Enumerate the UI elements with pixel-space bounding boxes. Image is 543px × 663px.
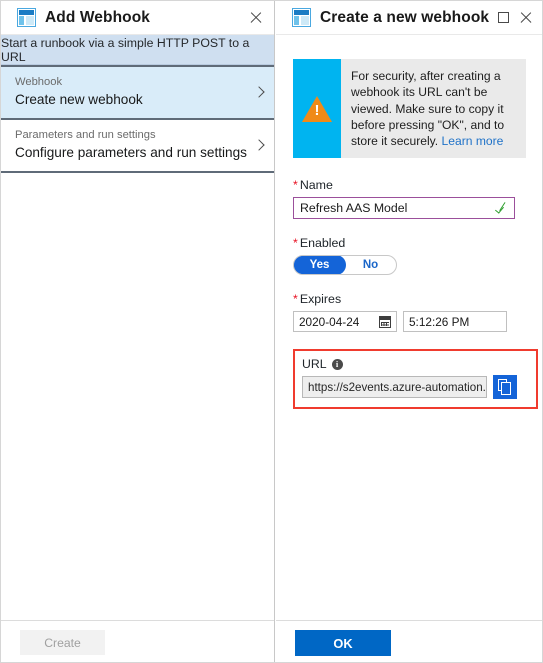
checkmark-icon [497, 201, 508, 214]
warning-icon-strip [293, 59, 341, 159]
ok-button[interactable]: OK [295, 630, 391, 656]
url-field-label: URL [302, 357, 327, 372]
sidebar-item-webhook-value: Create new webhook [15, 92, 143, 107]
enabled-toggle-yes[interactable]: Yes [294, 256, 345, 275]
enabled-toggle[interactable]: Yes No [293, 255, 397, 276]
add-webhook-blade: Add Webhook Start a runbook via a simple… [1, 1, 275, 662]
security-warning-box: For security, after creating a webhook i… [293, 59, 526, 159]
create-webhook-blade: Create a new webhook For security, after… [276, 1, 542, 662]
sidebar-item-parameters-caption: Parameters and run settings [15, 129, 156, 141]
name-input[interactable] [294, 198, 514, 219]
enabled-toggle-no[interactable]: No [345, 256, 396, 274]
required-asterisk: * [293, 178, 298, 193]
close-icon[interactable] [514, 7, 536, 29]
create-webhook-form: For security, after creating a webhook i… [276, 35, 542, 621]
url-highlight-region: URL i https://s2events.azure-automation.… [293, 349, 538, 410]
name-field-label-row: * Name [293, 178, 532, 193]
create-webhook-header: Create a new webhook [276, 1, 542, 35]
security-warning-text-wrap: For security, after creating a webhook i… [341, 59, 526, 158]
enabled-field-label-row: * Enabled [293, 236, 532, 251]
expires-field-label-row: * Expires [293, 292, 532, 307]
expires-time-input[interactable]: 5:12:26 PM [403, 311, 507, 333]
name-field-group: * Name [293, 178, 532, 220]
expires-inputs-row: 2020-04-24 5:12:26 PM [293, 311, 532, 333]
runbook-info-banner-text: Start a runbook via a simple HTTP POST t… [1, 35, 250, 64]
warning-triangle-icon [302, 95, 332, 122]
runbook-info-banner: Start a runbook via a simple HTTP POST t… [1, 35, 274, 65]
sidebar-item-webhook-caption: Webhook [15, 76, 63, 88]
copy-icon[interactable] [493, 375, 517, 400]
create-button[interactable]: Create [20, 630, 105, 655]
expires-field-label: Expires [299, 292, 342, 307]
url-label-row: URL i [302, 357, 528, 371]
enabled-field-label: Enabled [299, 236, 346, 251]
info-icon[interactable]: i [331, 358, 343, 370]
add-webhook-footer: Create [1, 620, 274, 662]
expires-date-value: 2020-04-24 [299, 314, 360, 329]
maximize-icon[interactable] [492, 7, 514, 29]
close-icon[interactable] [244, 7, 266, 29]
blade-panel-icon [292, 8, 311, 27]
url-input-row: https://s2events.azure-automation.net/..… [302, 375, 528, 400]
page-title: Add Webhook [45, 8, 150, 26]
calendar-icon[interactable] [379, 316, 391, 329]
add-webhook-header: Add Webhook [1, 1, 274, 35]
expires-field-group: * Expires 2020-04-24 5:12:26 PM [293, 292, 532, 333]
sidebar-item-parameters-value: Configure parameters and run settings [15, 145, 247, 160]
name-field-label: Name [299, 178, 333, 193]
create-webhook-title: Create a new webhook [320, 8, 490, 26]
sidebar-item-webhook[interactable]: Webhook Create new webhook [1, 67, 274, 118]
name-input-wrap [293, 197, 515, 220]
enabled-field-group: * Enabled Yes No [293, 236, 532, 276]
blade-panel-icon [17, 8, 36, 27]
required-asterisk: * [293, 236, 298, 251]
create-webhook-footer: OK [276, 620, 542, 662]
list-divider-bottom [1, 171, 274, 173]
chevron-right-icon [255, 140, 263, 152]
expires-time-value: 5:12:26 PM [409, 314, 470, 329]
azure-portal-webhook-dialog: Add Webhook Start a runbook via a simple… [0, 0, 543, 663]
sidebar-item-parameters[interactable]: Parameters and run settings Configure pa… [1, 120, 274, 171]
expires-date-input[interactable]: 2020-04-24 [293, 311, 397, 333]
chevron-right-icon [255, 87, 263, 99]
learn-more-link[interactable]: Learn more [442, 134, 504, 148]
required-asterisk: * [293, 292, 298, 307]
url-input[interactable]: https://s2events.azure-automation.net/..… [302, 376, 487, 399]
